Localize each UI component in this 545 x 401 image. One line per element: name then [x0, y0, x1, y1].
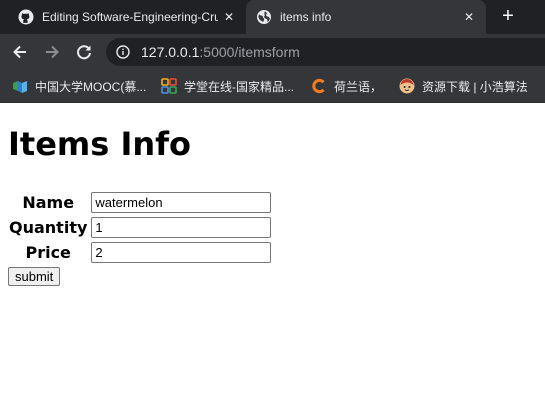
forward-arrow-icon[interactable]	[42, 42, 62, 62]
tab-strip: Editing Software-Engineering-Cru ✕ items…	[0, 0, 545, 34]
info-icon[interactable]	[116, 45, 130, 59]
close-icon[interactable]: ✕	[458, 10, 480, 24]
mooc-icon	[13, 81, 27, 93]
bookmark-label: 荷兰语，	[334, 79, 383, 94]
price-label: Price	[25, 243, 71, 262]
name-label: Name	[22, 193, 75, 212]
tab-items-info[interactable]: items info ✕	[246, 0, 486, 34]
bookmarks-bar: 中国大学MOOC(慕... 学堂在线-国家精品... 荷兰语， 资源下载 | 小…	[0, 70, 545, 103]
form-row-name: Name	[8, 191, 272, 214]
tab-editing[interactable]: Editing Software-Engineering-Cru ✕	[8, 0, 246, 34]
new-tab-button[interactable]: +	[497, 5, 519, 27]
bookmark-dutch[interactable]: 荷兰语，	[311, 70, 382, 102]
url-path: :5000/itemsform	[199, 44, 300, 60]
form-row-price: Price	[8, 241, 272, 264]
bookmark-xiaohao[interactable]: 资源下载 | 小浩算法	[399, 70, 528, 102]
items-form: Name Quantity Price submit	[8, 189, 537, 286]
avatar-icon	[399, 78, 415, 94]
bookmark-label: 资源下载 | 小浩算法	[422, 79, 528, 94]
close-icon[interactable]: ✕	[218, 10, 240, 24]
back-arrow-icon[interactable]	[10, 42, 30, 62]
name-cell	[90, 191, 272, 214]
price-input[interactable]	[91, 242, 272, 263]
quantity-input[interactable]	[91, 217, 272, 238]
bookmark-label: 中国大学MOOC(慕...	[35, 79, 147, 94]
quantity-cell	[90, 216, 272, 239]
submit-button[interactable]: submit	[8, 267, 61, 286]
tab-title: Editing Software-Engineering-Cru	[42, 10, 218, 24]
reload-icon[interactable]	[74, 42, 94, 62]
url-host: 127.0.0.1	[141, 44, 200, 60]
bookmark-mooc[interactable]: 中国大学MOOC(慕...	[12, 70, 146, 102]
github-icon	[18, 9, 34, 25]
address-bar[interactable]: 127.0.0.1:5000/itemsform	[106, 38, 545, 66]
tab-title: items info	[280, 10, 332, 24]
name-input[interactable]	[91, 192, 272, 213]
form-row-quantity: Quantity	[8, 216, 272, 239]
price-cell	[90, 241, 272, 264]
form-table: Name Quantity Price	[6, 189, 274, 266]
bookmark-label: 学堂在线-国家精品...	[184, 79, 294, 94]
bookmark-xuetang[interactable]: 学堂在线-国家精品...	[161, 70, 294, 102]
globe-icon	[257, 10, 271, 24]
page-content: Items Info Name Quantity Price submit	[0, 125, 545, 286]
browser-toolbar: 127.0.0.1:5000/itemsform	[0, 34, 545, 70]
xuetang-icon	[161, 78, 177, 94]
quantity-label: Quantity	[9, 218, 88, 237]
c-logo-icon	[312, 78, 325, 94]
page-title: Items Info	[8, 125, 192, 163]
url-text: 127.0.0.1:5000/itemsform	[141, 44, 300, 60]
